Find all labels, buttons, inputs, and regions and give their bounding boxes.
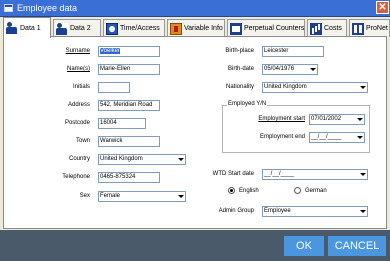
sex-value: Female <box>100 193 121 199</box>
chevron-down-icon[interactable] <box>358 83 367 92</box>
nationality-value: United Kingdom <box>264 84 307 90</box>
surname-field[interactable]: Voelker <box>98 46 160 57</box>
town-field[interactable]: Warwick <box>98 136 160 147</box>
german-radio[interactable]: German <box>294 187 327 194</box>
birthplace-field[interactable]: Leicester <box>262 46 324 57</box>
birthdate-picker[interactable]: 05/04/1976 <box>262 64 318 75</box>
admin-group-select[interactable]: Employee <box>262 206 368 217</box>
birthplace-label: Birth-place <box>225 48 254 54</box>
tab-data-2[interactable]: Data 2 <box>53 19 101 37</box>
country-value: United Kingdom <box>100 156 143 162</box>
employed-group: Employed Y/N Employment start 07/01/2002… <box>222 101 370 153</box>
chevron-down-icon[interactable] <box>355 115 364 124</box>
address-field[interactable]: 542, Meridian Road <box>98 100 160 111</box>
counter-icon <box>230 22 242 35</box>
admin-group-value: Employee <box>264 208 291 214</box>
tab-pronet[interactable]: ProNet <box>349 19 390 37</box>
tab-label: Data 1 <box>20 24 41 32</box>
radio-selected-icon <box>228 187 235 194</box>
employment-start-picker[interactable]: 07/01/2002 <box>309 114 365 125</box>
chevron-down-icon[interactable] <box>358 207 367 216</box>
admin-group-label: Admin Group <box>218 208 254 214</box>
tab-label: ProNet <box>366 25 388 32</box>
birthdate-label: Birth-date <box>227 66 254 72</box>
employed-group-title: Employed Y/N <box>227 101 268 107</box>
close-button[interactable]: ✕ <box>376 1 389 14</box>
network-icon <box>352 22 364 35</box>
initials-field[interactable] <box>98 82 130 93</box>
country-select[interactable]: United Kingdom <box>98 154 186 165</box>
birthdate-value: 05/04/1976 <box>264 66 295 72</box>
tab-costs[interactable]: Costs <box>307 19 347 37</box>
window-title: Employee data <box>17 3 78 13</box>
telephone-field[interactable]: 0465-875324 <box>98 172 160 183</box>
postcode-field[interactable]: 16004 <box>98 118 146 129</box>
employment-end-picker[interactable]: __/__/____ <box>309 132 365 143</box>
tab-variable-info[interactable]: Variable Info <box>167 19 225 37</box>
initials-label: Initials <box>72 84 90 90</box>
english-label: English <box>239 187 259 194</box>
wtd-start-picker[interactable]: __/__/____ <box>262 169 368 180</box>
chart-icon <box>310 22 322 35</box>
clock-icon <box>106 22 118 35</box>
address-label: Address <box>67 102 90 108</box>
chevron-down-icon[interactable] <box>358 170 367 179</box>
tab-label: Time/Access <box>120 25 160 32</box>
telephone-label: Telephone <box>62 174 90 180</box>
tab-bar: Data 1 Data 2 Time/Access Variable Info … <box>0 17 390 38</box>
postcode-label: Postcode <box>64 120 90 126</box>
surname-value: Voelker <box>100 48 121 54</box>
people-icon <box>6 22 18 34</box>
tab-time-access[interactable]: Time/Access <box>103 19 165 37</box>
tab-data-1[interactable]: Data 1 <box>3 17 51 38</box>
nationality-label: Nationality <box>225 84 254 90</box>
sex-select[interactable]: Female <box>98 191 186 202</box>
tab-label: Variable Info <box>184 25 223 32</box>
german-label: German <box>305 187 327 194</box>
cancel-button[interactable]: CANCEL <box>328 236 386 256</box>
employment-end-value: __/__/____ <box>311 134 342 140</box>
town-label: Town <box>75 138 90 144</box>
tab-label: Perpetual Counters <box>244 25 305 32</box>
employment-start-label: Employment start <box>258 116 305 122</box>
tab-perpetual-counters[interactable]: Perpetual Counters <box>227 19 305 37</box>
radio-unselected-icon <box>294 187 301 194</box>
title-bar: Employee data ✕ <box>0 0 390 17</box>
variable-icon <box>170 22 182 35</box>
names-field[interactable]: Marie-Ellen <box>98 64 160 75</box>
people-icon <box>56 22 68 35</box>
wtd-start-label: WTD Start date <box>212 171 254 177</box>
employee-data-window: Employee data ✕ Data 1 Data 2 Time/Acces… <box>0 0 390 261</box>
wtd-start-value: __/__/____ <box>264 171 295 177</box>
ok-button[interactable]: OK <box>284 236 324 256</box>
data-1-panel: Surname Voelker Name(s) Marie-Ellen Init… <box>3 36 387 229</box>
sex-label: Sex <box>79 193 90 199</box>
tab-label: Data 2 <box>70 25 91 32</box>
chevron-down-icon[interactable] <box>355 133 364 142</box>
chevron-down-icon[interactable] <box>308 65 317 74</box>
country-label: Country <box>68 156 90 162</box>
english-radio[interactable]: English <box>228 187 259 194</box>
window-icon <box>4 4 13 12</box>
chevron-down-icon[interactable] <box>176 192 185 201</box>
chevron-down-icon[interactable] <box>176 155 185 164</box>
employment-end-label: Employment end <box>259 134 305 140</box>
surname-label: Surname <box>65 48 90 54</box>
names-label: Name(s) <box>66 66 90 72</box>
tab-label: Costs <box>324 25 342 32</box>
nationality-select[interactable]: United Kingdom <box>262 82 368 93</box>
employment-start-value: 07/01/2002 <box>311 116 342 122</box>
